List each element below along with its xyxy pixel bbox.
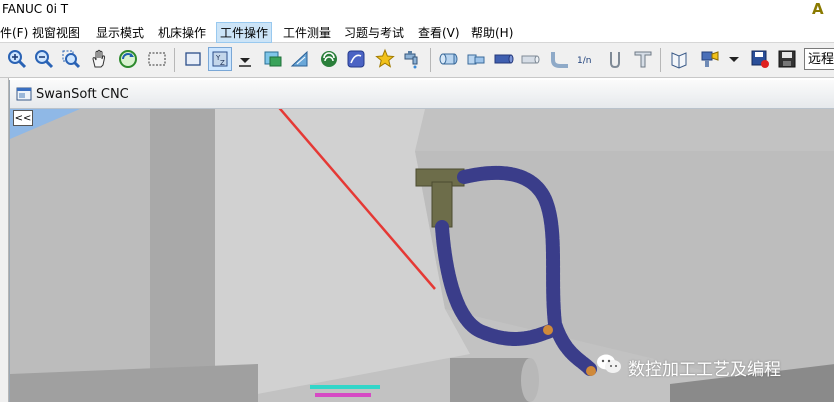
menu-view-window[interactable]: 视窗视图 <box>32 24 80 41</box>
t-profile-icon[interactable] <box>632 48 654 70</box>
workpiece-view-icon[interactable] <box>262 48 284 70</box>
workpiece-marker-cyan <box>310 385 380 389</box>
u-groove-icon[interactable] <box>604 48 626 70</box>
toolbar-separator <box>430 48 431 72</box>
watermark: 数控加工工艺及编程 <box>596 352 826 382</box>
book-page-icon[interactable] <box>668 48 690 70</box>
toolbar-separator <box>660 48 661 72</box>
window-title: FANUC 0i T <box>2 2 69 16</box>
cylinder-stock-icon[interactable] <box>438 48 460 70</box>
one-over-n-text: 1/n <box>577 56 591 66</box>
document-title: SwanSoft CNC <box>36 87 129 102</box>
select-rect-icon[interactable] <box>146 48 168 70</box>
rod-stock-icon[interactable] <box>519 48 541 70</box>
hose-nozzle-tip-1 <box>543 325 553 335</box>
collapse-panel-button[interactable]: << <box>13 110 33 126</box>
brand-logo: A <box>812 0 824 18</box>
measure-triangle-icon[interactable] <box>289 48 311 70</box>
menu-machine-operation[interactable]: 机床操作 <box>158 24 206 41</box>
yz-view-icon[interactable]: YZ <box>208 47 232 71</box>
tube-stock-icon[interactable] <box>492 48 514 70</box>
zoom-out-icon[interactable] <box>33 48 55 70</box>
rotate-icon[interactable] <box>117 48 139 70</box>
menu-help[interactable]: 帮助(H) <box>471 24 513 41</box>
one-over-n-icon[interactable]: 1/n <box>576 48 598 70</box>
machine-left-edge <box>150 109 215 402</box>
menu-exercise-exam[interactable]: 习题与考试 <box>344 24 404 41</box>
menu-view[interactable]: 查看(V) <box>418 24 460 41</box>
watermark-text: 数控加工工艺及编程 <box>628 360 781 380</box>
tool-path-icon[interactable] <box>345 48 367 70</box>
app-window-icon <box>16 87 32 101</box>
menu-workpiece-operation[interactable]: 工件操作 <box>216 22 273 43</box>
pan-hand-icon[interactable] <box>88 48 110 70</box>
faucet-icon[interactable] <box>401 48 423 70</box>
menu-display-mode[interactable]: 显示模式 <box>96 24 144 41</box>
toolbar-separator <box>174 48 175 72</box>
left-panel-strip <box>0 78 9 402</box>
workpiece-marker-magenta <box>315 393 371 397</box>
save-disk-icon[interactable] <box>776 48 798 70</box>
machine-tool-icon[interactable] <box>699 48 721 70</box>
zoom-window-icon[interactable] <box>60 48 82 70</box>
wechat-icon <box>597 354 621 373</box>
remote-field[interactable]: 远程 <box>804 48 834 70</box>
spindle-end <box>521 358 539 402</box>
save-record-icon[interactable] <box>749 48 771 70</box>
dropdown-arrow-icon[interactable] <box>234 48 256 70</box>
svg-text:Z: Z <box>220 59 225 67</box>
menu-file[interactable]: 件(F) <box>0 24 28 41</box>
zoom-in-icon[interactable] <box>6 48 28 70</box>
spindle-cylinder <box>450 358 530 402</box>
menu-workpiece-measure[interactable]: 工件测量 <box>283 24 331 41</box>
hose-nozzle-tip-2 <box>586 366 596 376</box>
machine-dropdown-icon[interactable] <box>723 48 745 70</box>
document-title-bar: SwanSoft CNC <box>10 80 834 109</box>
coolant-icon[interactable] <box>318 48 340 70</box>
toolbar: YZ 1/n 远程 <box>0 43 834 78</box>
front-view-icon[interactable] <box>182 48 204 70</box>
machine-left-wall <box>10 109 150 402</box>
pipe-bend-icon[interactable] <box>549 48 571 70</box>
title-bar: FANUC 0i T A <box>0 0 834 21</box>
star-effect-icon[interactable] <box>374 48 396 70</box>
stepped-stock-icon[interactable] <box>465 48 487 70</box>
menu-bar: 件(F) 视窗视图 显示模式 机床操作 工件操作 工件测量 习题与考试 查看(V… <box>0 21 834 43</box>
